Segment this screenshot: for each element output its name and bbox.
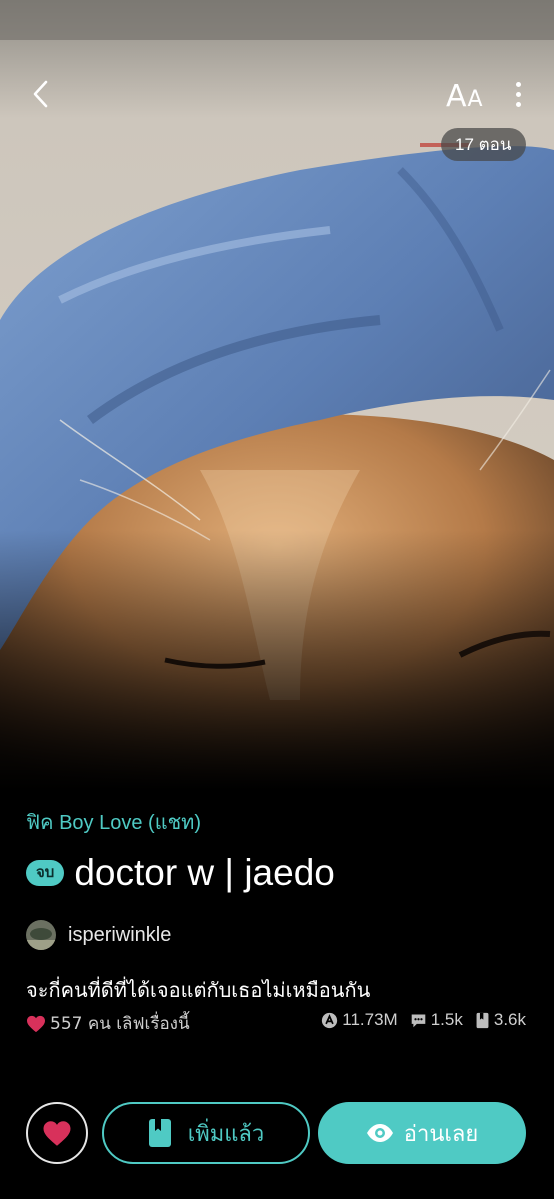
- heart-icon: [43, 1120, 71, 1146]
- more-dot: [515, 91, 521, 97]
- like-button[interactable]: [26, 1102, 88, 1164]
- story-tagline: จะกี่คนที่ดีที่ได้เจอแต่กับเธอไม่เหมือนก…: [26, 978, 371, 1002]
- comments-metric: 1.5k: [410, 1010, 463, 1030]
- book-icon: [476, 1012, 489, 1028]
- likes-count: 557 คน เลิฟเรื่องนี้: [26, 1010, 190, 1037]
- chevron-left-icon: [33, 80, 48, 108]
- more-options-button[interactable]: [506, 76, 530, 112]
- bookmarks-metric: 3.6k: [475, 1010, 526, 1030]
- more-dot: [515, 101, 521, 107]
- heart-icon: [27, 1015, 45, 1032]
- status-badge: จบ: [26, 860, 65, 886]
- comments-count: 1.5k: [430, 1010, 463, 1029]
- read-now-label: อ่านเลย: [403, 1121, 479, 1147]
- add-to-library-button[interactable]: เพิ่มแล้ว: [102, 1102, 310, 1164]
- eye-icon: [366, 1124, 393, 1142]
- bookmarks-count: 3.6k: [493, 1010, 526, 1029]
- story-category[interactable]: ฟิค Boy Love (แชท): [26, 806, 201, 838]
- top-bar: A A 17 ตอน: [0, 0, 554, 161]
- views-icon: [322, 1012, 338, 1028]
- action-bar: เพิ่มแล้ว อ่านเลย: [0, 1100, 554, 1166]
- more-vertical-icon: [515, 81, 521, 87]
- book-icon: [148, 1119, 171, 1147]
- episode-count-badge: 17 ตอน: [441, 128, 526, 161]
- font-size-icon-large: A: [446, 79, 467, 114]
- comment-icon: [411, 1014, 426, 1027]
- story-title: doctor w | jaedo: [74, 852, 335, 893]
- author-name[interactable]: isperiwinkle: [68, 924, 171, 947]
- back-button[interactable]: [22, 76, 58, 112]
- read-now-button[interactable]: อ่านเลย: [318, 1102, 526, 1164]
- likes-text: 557 คน เลิฟเรื่องนี้: [50, 1014, 190, 1034]
- story-metrics: 11.73M 1.5k 3.6k: [321, 1010, 526, 1030]
- title-row: จบ doctor w | jaedo: [26, 850, 335, 896]
- add-to-library-label: เพิ่มแล้ว: [187, 1121, 265, 1147]
- avatar[interactable]: [26, 920, 56, 950]
- font-size-icon-small: A: [467, 87, 483, 112]
- cover-gradient: [0, 530, 554, 790]
- views-metric: 11.73M: [321, 1010, 398, 1030]
- stats-row: 557 คน เลิฟเรื่องนี้ 11.73M 1.5k 3.6k: [26, 1010, 526, 1036]
- views-count: 11.73M: [342, 1010, 398, 1029]
- font-size-button[interactable]: A A: [446, 74, 483, 114]
- author-row[interactable]: isperiwinkle: [26, 920, 171, 950]
